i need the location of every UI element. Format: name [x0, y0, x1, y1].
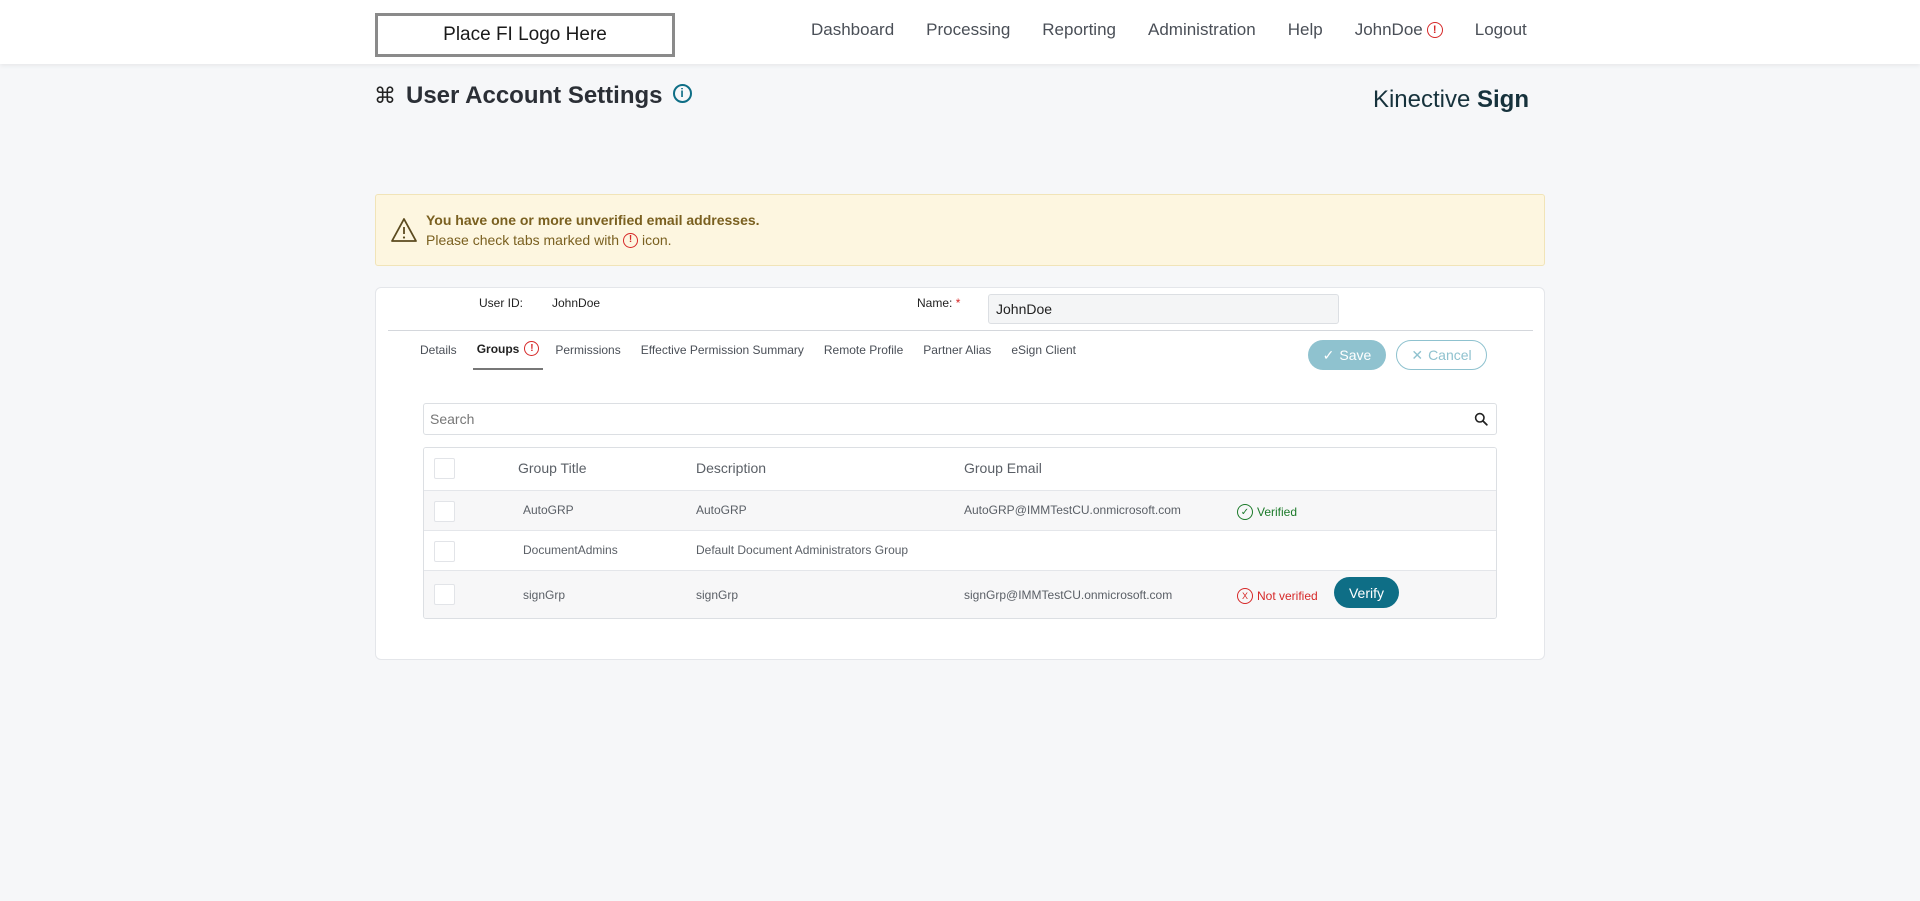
page-title: User Account Settings: [406, 82, 663, 109]
nav-user-menu[interactable]: JohnDoe !: [1355, 20, 1443, 40]
status-label: Not verified: [1257, 589, 1318, 603]
status-badge: ✓ Verified: [1237, 504, 1297, 520]
tab-groups-label: Groups: [476, 341, 520, 356]
cell-description: Default Document Administrators Group: [696, 543, 909, 557]
nav-reporting[interactable]: Reporting: [1042, 20, 1116, 40]
required-marker: *: [955, 296, 961, 310]
status-label: Verified: [1257, 505, 1298, 519]
close-icon: ✕: [1411, 346, 1424, 363]
brand-light: Kinective: [1372, 86, 1471, 113]
tab-remote-profile[interactable]: Remote Profile: [824, 341, 903, 370]
cell-group-email: AutoGRP@IMMTestCU.onmicrosoft.com: [964, 503, 1181, 517]
row-checkbox[interactable]: [434, 541, 455, 562]
groups-table: Group Title Description Group Email Auto…: [423, 447, 1497, 619]
top-navbar: Place FI Logo Here Dashboard Processing …: [0, 0, 1920, 64]
status-badge: X Not verified: [1237, 588, 1318, 604]
page-title-row: ⌘ User Account Settings i: [374, 82, 692, 110]
cell-description: AutoGRP: [696, 503, 747, 517]
tab-permissions[interactable]: Permissions: [555, 341, 620, 370]
table-row[interactable]: signGrp signGrp signGrp@IMMTestCU.onmicr…: [424, 571, 1496, 618]
cell-group-email: signGrp@IMMTestCU.onmicrosoft.com: [964, 588, 1173, 602]
user-id-label: User ID:: [479, 296, 524, 310]
cell-group-title: DocumentAdmins: [523, 543, 618, 557]
divider: [388, 330, 1533, 331]
error-icon: !: [524, 341, 540, 356]
brand-logo: Kinective Sign: [1373, 86, 1529, 114]
alert-title: You have one or more unverified email ad…: [426, 212, 760, 228]
cancel-button[interactable]: ✕ Cancel: [1396, 340, 1487, 370]
cell-group-title: signGrp: [523, 588, 566, 602]
name-label: Name: *: [917, 296, 960, 310]
table-row[interactable]: AutoGRP AutoGRP AutoGRP@IMMTestCU.onmicr…: [424, 491, 1496, 531]
column-header-group-email[interactable]: Group Email: [964, 460, 1042, 476]
warning-alert: You have one or more unverified email ad…: [375, 194, 1545, 266]
search-box: [423, 403, 1497, 435]
select-all-checkbox[interactable]: [434, 458, 455, 479]
nav-help[interactable]: Help: [1288, 20, 1323, 40]
info-icon[interactable]: i: [672, 83, 692, 103]
nav-processing[interactable]: Processing: [926, 20, 1010, 40]
nav-logout[interactable]: Logout: [1475, 20, 1527, 40]
name-label-text: Name:: [917, 296, 953, 310]
column-header-group-title[interactable]: Group Title: [518, 460, 586, 476]
tab-esign-client[interactable]: eSign Client: [1011, 341, 1076, 370]
name-input[interactable]: [988, 294, 1339, 324]
cell-group-title: AutoGRP: [523, 503, 574, 517]
column-header-description[interactable]: Description: [696, 460, 766, 476]
row-checkbox[interactable]: [434, 584, 455, 605]
alert-message: Please check tabs marked with ! icon.: [426, 232, 672, 248]
row-checkbox[interactable]: [434, 501, 455, 522]
nav-user-label: JohnDoe: [1354, 20, 1423, 39]
save-button[interactable]: ✓ Save: [1308, 340, 1386, 370]
cancel-label: Cancel: [1428, 347, 1472, 363]
save-label: Save: [1339, 347, 1372, 363]
table-row[interactable]: DocumentAdmins Default Document Administ…: [424, 531, 1496, 571]
tab-partner-alias[interactable]: Partner Alias: [923, 341, 991, 370]
tab-effective-permission-summary[interactable]: Effective Permission Summary: [641, 341, 804, 370]
command-icon: ⌘: [374, 83, 396, 108]
alert-message-start: Please check tabs marked with: [426, 232, 619, 248]
search-icon[interactable]: [1474, 412, 1488, 426]
search-input[interactable]: [424, 404, 1454, 434]
nav-dashboard[interactable]: Dashboard: [811, 20, 894, 40]
tab-bar: Details Groups ! Permissions Effective P…: [420, 341, 1096, 370]
alert-message-end: icon.: [641, 232, 672, 248]
table-header: Group Title Description Group Email: [424, 448, 1496, 491]
error-icon: !: [1426, 22, 1443, 38]
warning-icon: [391, 218, 417, 242]
error-icon: !: [622, 232, 638, 248]
check-circle-icon: ✓: [1237, 504, 1253, 520]
check-icon: ✓: [1322, 346, 1335, 363]
x-circle-icon: X: [1237, 588, 1253, 604]
tab-groups[interactable]: Groups !: [472, 341, 544, 370]
nav-administration[interactable]: Administration: [1148, 20, 1256, 40]
verify-button[interactable]: Verify: [1334, 577, 1399, 608]
main-nav: Dashboard Processing Reporting Administr…: [811, 20, 1527, 40]
tab-details[interactable]: Details: [420, 341, 457, 370]
user-settings-card: User ID: JohnDoe Name: * Details Groups …: [375, 287, 1545, 660]
brand-bold: Sign: [1477, 86, 1529, 113]
logo-placeholder[interactable]: Place FI Logo Here: [375, 13, 675, 57]
cell-description: signGrp: [696, 588, 739, 602]
user-id-value: JohnDoe: [552, 296, 601, 310]
